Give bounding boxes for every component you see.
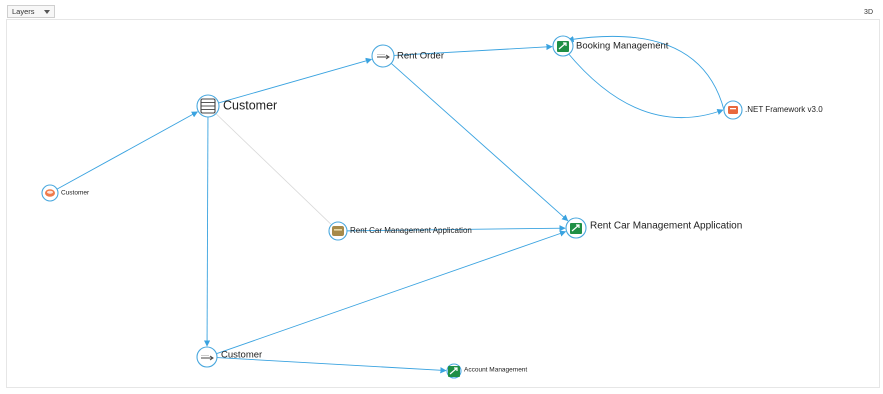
node-rent-car-app-svc[interactable]: Rent Car Management Application: [328, 221, 472, 241]
node-customer-table[interactable]: Customer: [196, 94, 277, 118]
edges-layer: [56, 35, 725, 374]
nodes-layer: Customer Rent Order Booking Management .NET…: [41, 35, 823, 379]
node-label: Rent Car Management Application: [350, 226, 472, 235]
application-component-icon: [448, 366, 460, 377]
node-rent-car-app[interactable]: Rent Car Management Application: [565, 217, 742, 239]
application-component-icon: [557, 41, 569, 52]
edge-customer_table-to-rent_car_app_svc: [215, 113, 332, 225]
node-label: Customer: [61, 190, 90, 197]
edge-customer_process-to-rent_car_app: [216, 230, 567, 355]
node-label: Booking Management: [576, 41, 669, 52]
node-label: .NET Framework v3.0: [745, 105, 823, 114]
node-customer-process[interactable]: Customer: [196, 346, 262, 368]
edge-booking_mgmt-to-net_framework: [566, 51, 724, 118]
dependency-graph: Customer Rent Order Booking Management .NET…: [41, 35, 823, 379]
edge-customer_table-to-rent_order: [218, 57, 373, 104]
node-label: Account Management: [464, 367, 527, 374]
actor-role-icon: [45, 189, 55, 197]
node-net-framework[interactable]: .NET Framework v3.0: [723, 100, 823, 120]
node-ring: [371, 44, 395, 68]
edge-customer_actor-to-customer_table: [56, 111, 199, 190]
node-customer-actor[interactable]: Customer: [41, 184, 90, 202]
node-label: Customer: [223, 98, 277, 112]
node-rent-order[interactable]: Rent Order: [371, 44, 444, 68]
node-label: Rent Car Management Application: [590, 221, 742, 232]
edge-rent_order-to-rent_car_app: [390, 62, 569, 222]
application-service-icon: [332, 226, 344, 236]
edge-customer_table-to-customer_process: [203, 116, 211, 347]
node-account-mgmt[interactable]: Account Management: [446, 363, 527, 379]
node-booking-mgmt[interactable]: Booking Management: [552, 35, 669, 57]
node-ring: [196, 346, 218, 368]
application-component-icon: [570, 223, 582, 234]
table-icon: [200, 98, 216, 114]
node-label: Customer: [221, 350, 262, 361]
node-label: Rent Order: [397, 51, 444, 62]
system-software-icon: [728, 106, 738, 114]
